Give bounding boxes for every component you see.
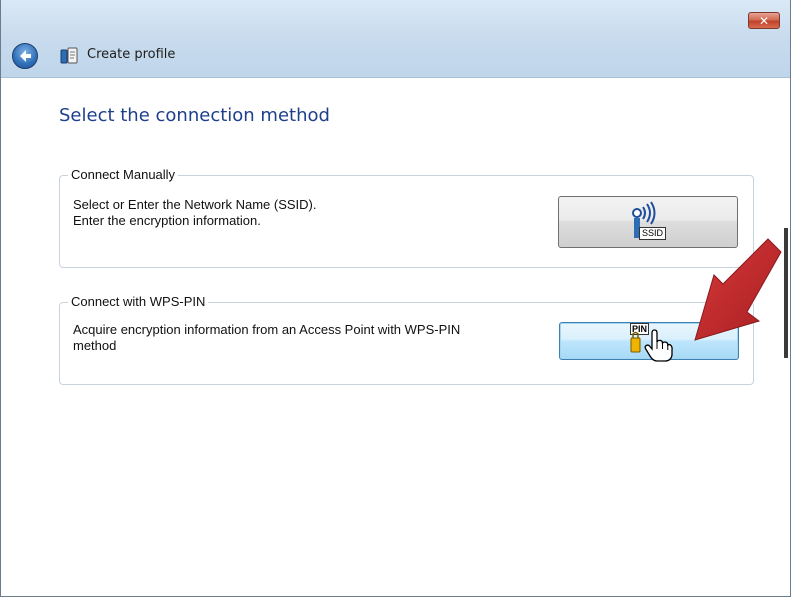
connect-wps-pin-legend: Connect with WPS-PIN	[68, 294, 209, 309]
connect-manually-group: Connect Manually Select or Enter the Net…	[59, 167, 754, 268]
page-heading: Select the connection method	[59, 105, 330, 126]
back-button[interactable]	[12, 43, 38, 69]
connect-wps-pin-line1: Acquire encryption information from an A…	[73, 322, 461, 337]
title-bar: ✕ Create profile	[1, 0, 790, 78]
annotation-arrow-icon	[694, 238, 782, 341]
connect-wps-pin-group: Connect with WPS-PIN Acquire encryption …	[59, 294, 754, 385]
window-edge-divider	[784, 228, 788, 358]
hand-cursor-icon	[644, 329, 673, 362]
connect-wps-pin-line2: method	[73, 338, 117, 353]
connect-manually-description: Select or Enter the Network Name (SSID).…	[73, 197, 316, 229]
create-profile-window: ✕ Create profile Select the connection m…	[0, 0, 791, 597]
network-profile-icon	[60, 47, 78, 64]
close-button[interactable]: ✕	[748, 12, 780, 29]
close-icon: ✕	[758, 14, 770, 28]
ssid-icon-label: SSID	[639, 227, 667, 240]
connect-wps-pin-description: Acquire encryption information from an A…	[73, 322, 460, 354]
connect-manually-legend: Connect Manually	[68, 167, 179, 182]
connect-manually-line1: Select or Enter the Network Name (SSID).	[73, 197, 317, 212]
back-arrow-icon	[20, 50, 31, 62]
connect-manually-line2: Enter the encryption information.	[73, 213, 261, 228]
window-title: Create profile	[87, 47, 176, 62]
